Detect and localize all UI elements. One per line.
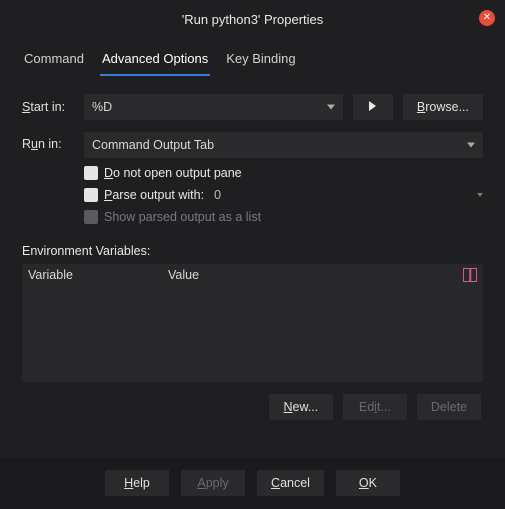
play-icon [369, 101, 376, 111]
tab-content: Start in: %D Browse... Run in: Command O… [0, 76, 505, 420]
donotopen-label: Do not open output pane [104, 166, 242, 180]
col-variable[interactable]: Variable [28, 268, 168, 282]
startin-value: %D [92, 100, 112, 114]
runin-select[interactable]: Command Output Tab [84, 132, 483, 158]
runin-row: Run in: Command Output Tab Do not open o… [22, 132, 483, 232]
env-table-header: Variable Value [22, 264, 483, 286]
parse-label: Parse output with: [104, 188, 204, 202]
cancel-button[interactable]: Cancel [257, 470, 324, 496]
chevron-down-icon [467, 143, 475, 148]
browse-button[interactable]: Browse... [403, 94, 483, 120]
env-buttons: New... Edit... Delete [22, 394, 483, 420]
properties-dialog: ✕ 'Run python3' Properties Command Advan… [0, 0, 505, 509]
apply-button: Apply [181, 470, 245, 496]
delete-button: Delete [417, 394, 481, 420]
chevron-down-icon [477, 193, 483, 197]
tab-command[interactable]: Command [22, 45, 86, 76]
checkbox-donotopen[interactable] [84, 166, 98, 180]
ok-button[interactable]: OK [336, 470, 400, 496]
edit-button: Edit... [343, 394, 407, 420]
checkbox-parse[interactable] [84, 188, 98, 202]
columns-icon[interactable] [463, 268, 477, 282]
dialog-footer: Help Apply Cancel OK [0, 457, 505, 509]
showparsed-label: Show parsed output as a list [104, 210, 261, 224]
tab-bar: Command Advanced Options Key Binding [0, 27, 505, 76]
runin-label: Run in: [22, 132, 74, 151]
runin-value: Command Output Tab [92, 138, 214, 152]
close-icon[interactable]: ✕ [479, 10, 495, 26]
new-button[interactable]: New... [269, 394, 333, 420]
chevron-down-icon [327, 105, 335, 110]
showparsed-row: Show parsed output as a list [84, 210, 483, 224]
parse-row: Parse output with: 0 [84, 188, 483, 202]
dialog-title: 'Run python3' Properties [0, 0, 505, 27]
envvars-label: Environment Variables: [22, 244, 483, 258]
help-button[interactable]: Help [105, 470, 169, 496]
startin-input[interactable]: %D [84, 94, 343, 120]
checkbox-showparsed [84, 210, 98, 224]
env-table[interactable]: Variable Value [22, 264, 483, 382]
tab-advanced-options[interactable]: Advanced Options [100, 45, 210, 76]
parse-value[interactable]: 0 [214, 188, 221, 202]
tab-key-binding[interactable]: Key Binding [224, 45, 297, 76]
col-value[interactable]: Value [168, 268, 463, 282]
startin-label: Start in: [22, 100, 74, 114]
play-button[interactable] [353, 94, 393, 120]
donotopen-row: Do not open output pane [84, 166, 483, 180]
startin-row: Start in: %D Browse... [22, 94, 483, 120]
